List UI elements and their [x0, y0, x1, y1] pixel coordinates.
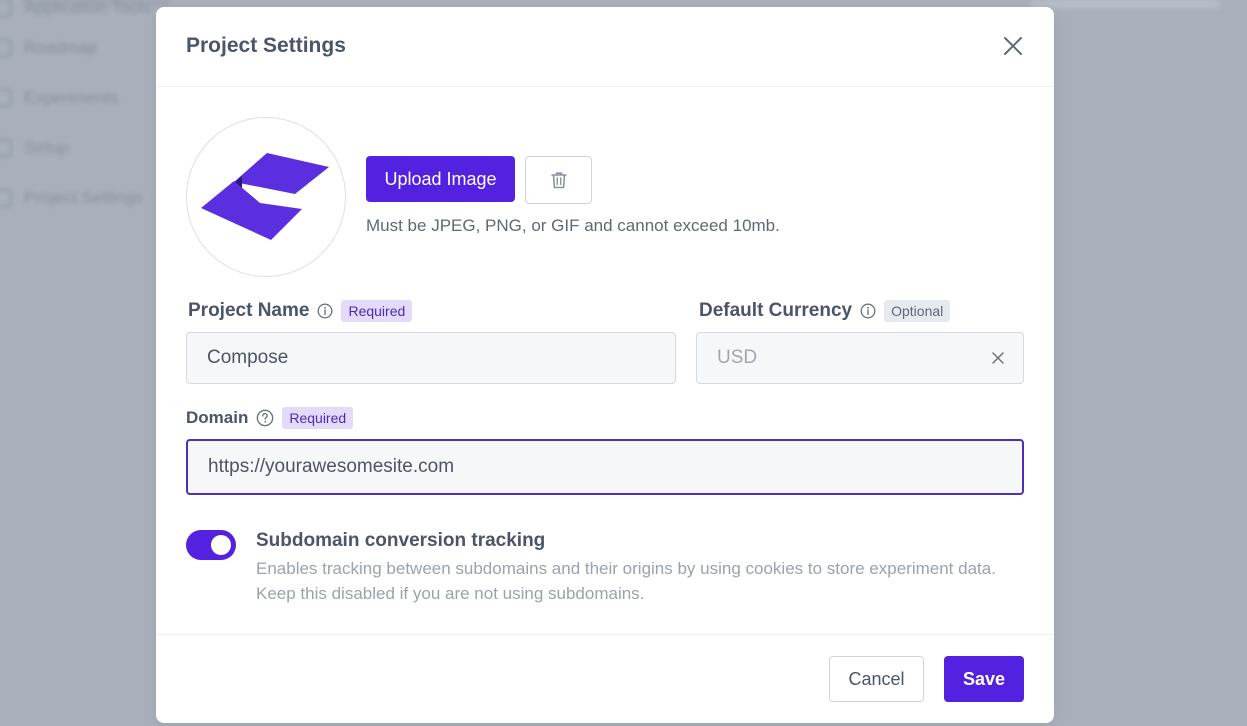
chevron-icon [0, 39, 12, 57]
project-name-label-text: Project Name [188, 300, 310, 321]
project-settings-modal: Project Settings Upload Image Must be JP… [156, 7, 1054, 723]
delete-image-button[interactable] [525, 156, 592, 204]
default-currency-label: Default Currency Optional [699, 300, 951, 322]
subdomain-tracking-toggle[interactable] [186, 530, 236, 560]
flask-icon [0, 89, 12, 107]
toggle-knob [211, 535, 231, 555]
save-button[interactable]: Save [944, 656, 1024, 702]
close-icon [1004, 37, 1022, 55]
close-icon [992, 352, 1004, 364]
background-top-bar [1030, 0, 1220, 8]
domain-label: Domain Required [186, 407, 354, 429]
project-name-input[interactable] [186, 332, 676, 384]
nav-icon [0, 0, 12, 17]
info-icon[interactable] [860, 303, 876, 319]
upload-image-button[interactable]: Upload Image [366, 156, 515, 202]
upload-hint: Must be JPEG, PNG, or GIF and cannot exc… [366, 216, 780, 235]
subdomain-tracking-description: Enables tracking between subdomains and … [256, 559, 996, 603]
modal-header: Project Settings [156, 7, 1054, 87]
gear-icon [0, 189, 12, 207]
wrench-icon [0, 139, 12, 157]
modal-title: Project Settings [186, 34, 346, 57]
background-nav-item: Project Settings [0, 186, 143, 210]
background-nav-item: Setup [0, 136, 68, 160]
background-nav-item: Experiments [0, 86, 118, 110]
info-icon[interactable] [317, 303, 333, 319]
background-nav-item: Roadmap [0, 36, 98, 60]
close-button[interactable] [998, 31, 1028, 61]
help-icon[interactable] [256, 409, 274, 427]
clear-currency-button[interactable] [990, 350, 1006, 366]
required-badge: Required [341, 300, 413, 322]
trash-icon [550, 172, 567, 189]
domain-input[interactable] [186, 439, 1024, 495]
project-logo [201, 153, 329, 240]
background-nav-item: Application Tools [0, 0, 151, 20]
default-currency-label-text: Default Currency [699, 300, 853, 321]
optional-badge: Optional [884, 300, 951, 322]
subdomain-tracking-title: Subdomain conversion tracking [256, 530, 546, 551]
cancel-button[interactable]: Cancel [829, 656, 924, 702]
project-logo-avatar [186, 117, 346, 277]
default-currency-select[interactable] [696, 332, 1024, 384]
project-name-label: Project Name Required [188, 300, 413, 322]
domain-label-text: Domain [186, 408, 249, 427]
required-badge: Required [282, 407, 354, 429]
